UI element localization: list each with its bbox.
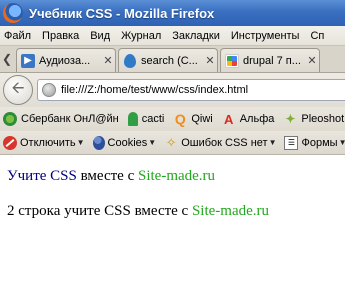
back-button[interactable]: 🡨 — [3, 75, 33, 105]
cookies-label: Cookies — [107, 136, 148, 149]
tab-audio[interactable]: ▶ Аудиоза... ✕ — [16, 48, 116, 72]
menu-bookmarks[interactable]: Закладки — [172, 30, 220, 42]
navigation-bar: 🡨 file:///Z:/home/test/www/css/index.htm… — [0, 73, 345, 107]
bookmark-pleoshot[interactable]: ✦ Pleoshot — [283, 112, 344, 126]
bookmark-alfa[interactable]: A Альфа — [222, 111, 275, 127]
bookmarks-toolbar: Сбербанк ОнЛ@йн cacti Q Qiwi A Альфа ✦ P… — [0, 107, 345, 131]
disable-label: Отключить — [20, 136, 76, 149]
page-content: Учите CSS вместе с Site-made.ru 2 строка… — [0, 155, 345, 286]
audio-icon: ▶ — [21, 53, 35, 68]
content-line-1: Учите CSS вместе с Site-made.ru — [7, 168, 215, 185]
tab-label: search (C... — [141, 54, 198, 67]
alfa-icon: A — [224, 111, 234, 127]
cookies-menu[interactable]: Cookies ▼ — [92, 135, 157, 150]
menu-bar: Файл Правка Вид Журнал Закладки Инструме… — [0, 26, 345, 46]
forms-label: Формы — [301, 136, 338, 149]
bookmark-label: Сбербанк ОнЛ@йн — [21, 113, 119, 125]
tab-label: Аудиоза... — [39, 54, 91, 67]
disable-menu[interactable]: Отключить ▼ — [3, 135, 85, 150]
tab-search[interactable]: search (C... ✕ — [118, 48, 218, 72]
bookmark-label: Альфа — [239, 113, 275, 125]
css-errors-label: Ошибок CSS нет — [181, 136, 268, 149]
menu-tools[interactable]: Инструменты — [231, 30, 300, 42]
tab-strip: ❮ ▶ Аудиоза... ✕ search (C... ✕ drupal 7… — [0, 46, 345, 73]
pleoshot-icon: ✦ — [285, 112, 296, 126]
css-icon: ✧ — [165, 134, 177, 150]
sberbank-icon — [3, 112, 17, 126]
firefox-logo-icon — [3, 3, 23, 23]
dropdown-arrow-icon: ▼ — [268, 138, 277, 147]
menu-file[interactable]: Файл — [4, 30, 31, 42]
bookmark-sberbank[interactable]: Сбербанк ОнЛ@йн — [3, 112, 119, 126]
google-icon — [225, 53, 239, 68]
dropdown-arrow-icon: ▼ — [148, 138, 157, 147]
bookmark-label: Pleoshot — [301, 113, 345, 125]
site-made-text: Site-made.ru — [137, 168, 216, 184]
disable-icon — [3, 135, 17, 150]
content-line-2: 2 строка учите CSS вместе с Site-made.ru — [7, 203, 269, 220]
back-arrow-icon: 🡨 — [11, 79, 25, 97]
menu-view[interactable]: Вид — [90, 30, 110, 42]
menu-history[interactable]: Журнал — [121, 30, 161, 42]
forms-menu[interactable]: ☰ Формы ▼ — [284, 135, 345, 150]
web-developer-toolbar: Отключить ▼ Cookies ▼ ✧ Ошибок CSS нет ▼… — [0, 131, 345, 155]
tab-scroll-left-icon[interactable]: ❮ — [0, 48, 14, 70]
forms-icon: ☰ — [284, 135, 299, 150]
globe-icon — [42, 83, 56, 97]
close-icon[interactable]: ✕ — [203, 54, 217, 67]
line-2-text: 2 строка учите CSS вместе с — [7, 203, 192, 219]
qiwi-icon: Q — [174, 111, 186, 127]
drupal-icon — [123, 53, 137, 68]
bookmark-label: cacti — [141, 113, 165, 125]
together-with-text: вместе с — [76, 168, 138, 184]
url-text[interactable]: file:///Z:/home/test/www/css/index.html — [61, 84, 248, 96]
menu-edit[interactable]: Правка — [42, 30, 79, 42]
cookies-icon — [92, 135, 105, 150]
tab-drupal[interactable]: drupal 7 п... ✕ — [220, 48, 320, 72]
bookmark-cacti[interactable]: cacti — [127, 112, 165, 126]
bookmark-qiwi[interactable]: Q Qiwi — [173, 111, 213, 127]
cacti-icon — [127, 112, 138, 126]
bookmark-label: Qiwi — [191, 113, 213, 125]
url-bar[interactable]: file:///Z:/home/test/www/css/index.html — [37, 79, 345, 101]
window-title: Учебник CSS - Mozilla Firefox — [29, 5, 215, 21]
dropdown-arrow-icon: ▼ — [339, 138, 345, 147]
close-icon[interactable]: ✕ — [101, 54, 115, 67]
window-titlebar[interactable]: Учебник CSS - Mozilla Firefox — [0, 0, 345, 26]
dropdown-arrow-icon: ▼ — [76, 138, 85, 147]
learn-css-text: Учите CSS — [7, 168, 77, 184]
close-icon[interactable]: ✕ — [305, 54, 319, 67]
site-made-text: Site-made.ru — [191, 203, 270, 219]
css-errors-menu[interactable]: ✧ Ошибок CSS нет ▼ — [164, 134, 277, 150]
menu-help[interactable]: Сп — [310, 30, 324, 42]
tab-label: drupal 7 п... — [243, 54, 301, 67]
